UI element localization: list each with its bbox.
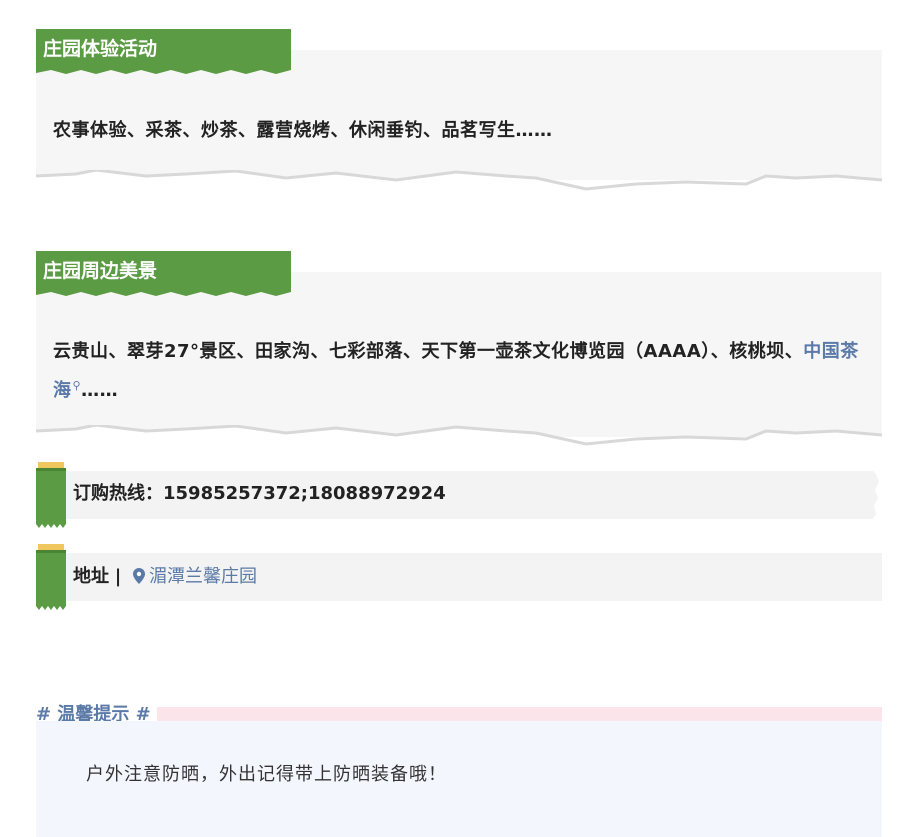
torn-paper-edge xyxy=(36,425,882,449)
scenery-text: 云贵山、翠芽27°景区、田家沟、七彩部落、天下第一壶茶文化博览园（AAAA）、核… xyxy=(53,335,868,408)
scenery-title: 庄园周边美景 xyxy=(36,251,291,296)
address-line: 地址 | 湄潭兰馨庄园 xyxy=(73,565,257,589)
address-label: 地址 xyxy=(73,566,109,587)
scenery-title-text: 庄园周边美景 xyxy=(43,260,158,282)
address-value[interactable]: 湄潭兰馨庄园 xyxy=(149,566,257,587)
scenery-text-after: …… xyxy=(81,380,119,401)
activities-title-text: 庄园体验活动 xyxy=(43,38,158,60)
zigzag-edge xyxy=(36,67,291,74)
search-icon[interactable]: ⚲ xyxy=(73,379,82,392)
activities-title: 庄园体验活动 xyxy=(36,29,291,74)
bookmark-tag-icon xyxy=(36,544,66,610)
address-separator: | xyxy=(114,566,122,587)
activities-text: 农事体验、采茶、炒茶、露营烧烤、休闲垂钓、品茗写生…… xyxy=(53,120,553,141)
bookmark-tag-icon xyxy=(36,462,66,528)
order-label: 订购热线： xyxy=(73,483,163,504)
torn-paper-edge xyxy=(36,170,882,194)
tips-text: 户外注意防晒，外出记得带上防晒装备哦！ xyxy=(86,764,447,785)
location-pin-icon xyxy=(133,568,146,584)
order-phones[interactable]: 15985257372;18088972924 xyxy=(163,483,446,504)
zigzag-edge xyxy=(36,289,291,296)
scenery-text-before: 云贵山、翠芽27°景区、田家沟、七彩部落、天下第一壶茶文化博览园（AAAA）、核… xyxy=(53,341,804,362)
order-hotline: 订购热线：15985257372;18088972924 xyxy=(73,482,446,506)
tips-header-line xyxy=(36,707,882,721)
torn-right-edge xyxy=(872,470,884,520)
